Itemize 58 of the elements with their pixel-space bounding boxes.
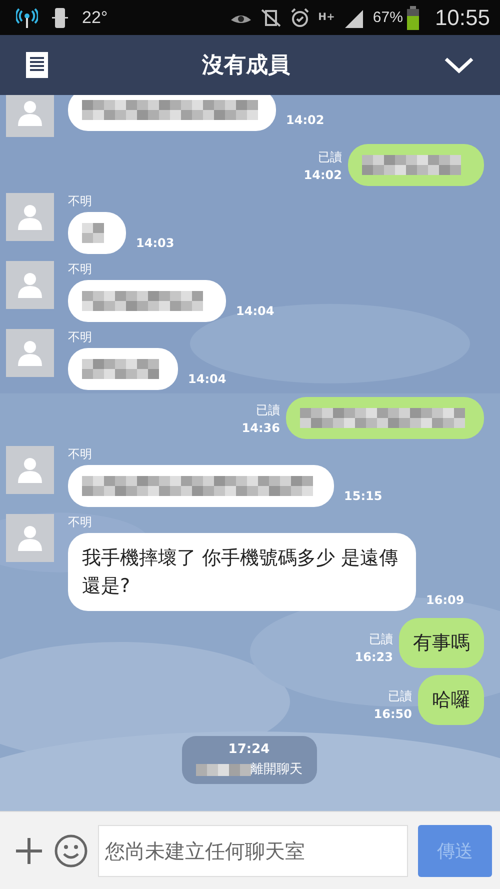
emoji-icon[interactable] [54, 834, 88, 868]
notice-text: 離開聊天 [250, 761, 302, 778]
alarm-clock-icon [290, 8, 310, 28]
person-icon [18, 100, 42, 126]
chat-title: 沒有成員 [202, 52, 290, 80]
temperature-text: 22° [82, 8, 108, 28]
vibrate-off-icon [260, 8, 282, 28]
chevron-down-icon[interactable] [444, 56, 474, 74]
sender-name: 不明 [68, 193, 93, 210]
message-bubble[interactable]: 哈囉 [418, 675, 484, 725]
message-time: 14:36 [242, 421, 280, 435]
message-time: 14:02 [286, 113, 324, 129]
avatar[interactable] [6, 329, 54, 377]
plus-icon[interactable] [14, 836, 44, 866]
avatar[interactable] [6, 446, 54, 494]
sender-name: 不明 [68, 514, 93, 531]
message-bubble[interactable] [348, 144, 484, 186]
message-time: 16:09 [426, 593, 464, 609]
message-bubble[interactable] [68, 280, 226, 322]
read-receipt: 已讀 [256, 402, 280, 419]
message-bubble[interactable] [286, 397, 484, 439]
read-receipt: 已讀 [388, 688, 412, 705]
message-time: 14:04 [188, 372, 226, 388]
sender-name: 不明 [68, 261, 93, 278]
menu-icon[interactable] [26, 52, 48, 78]
signal-icon [342, 8, 365, 28]
message-time: 16:23 [354, 650, 393, 664]
person-icon [18, 457, 42, 483]
message-time: 14:04 [236, 304, 274, 320]
battery-icon [406, 6, 419, 30]
message-time: 14:03 [136, 236, 174, 252]
message-bubble[interactable] [68, 465, 334, 507]
read-receipt: 已讀 [369, 631, 393, 648]
blurred-text [196, 762, 250, 776]
clock-text: 10:55 [434, 4, 490, 30]
hotspot-icon [16, 8, 38, 28]
network-type-text: H+ [318, 12, 335, 23]
message-bubble[interactable]: 有事嗎 [399, 618, 484, 668]
message-bubble[interactable] [68, 95, 276, 131]
message-input[interactable]: 您尚未建立任何聊天室 [98, 824, 408, 876]
person-icon [18, 204, 42, 230]
sender-name: 不明 [68, 446, 93, 463]
message-time: 16:50 [374, 707, 412, 721]
message-time: 14:02 [304, 168, 342, 182]
person-icon [18, 272, 42, 298]
notice-time: 17:24 [228, 742, 270, 757]
avatar[interactable] [6, 261, 54, 309]
sender-name: 不明 [68, 329, 93, 346]
battery-percent-text: 67% [372, 9, 403, 26]
person-icon [18, 340, 42, 366]
avatar[interactable] [6, 193, 54, 241]
message-bubble[interactable]: 我手機摔壞了 你手機號碼多少 是遠傳還是? [68, 533, 416, 611]
avatar[interactable] [6, 95, 54, 137]
person-icon [18, 525, 42, 551]
avatar[interactable] [6, 514, 54, 562]
message-bubble[interactable] [68, 348, 178, 390]
message-time: 15:15 [344, 489, 382, 505]
read-receipt: 已讀 [318, 149, 342, 166]
